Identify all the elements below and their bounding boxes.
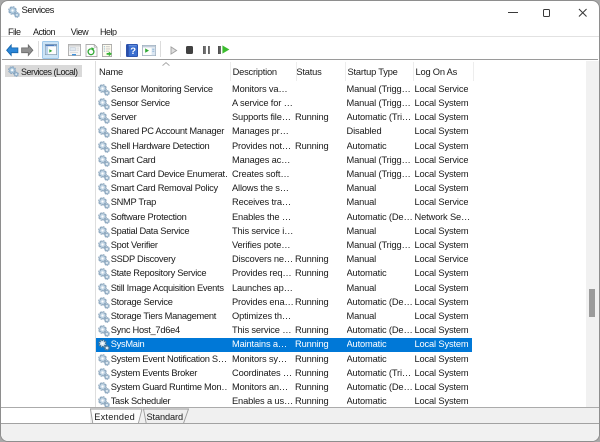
svg-text:?: ?: [130, 46, 136, 57]
